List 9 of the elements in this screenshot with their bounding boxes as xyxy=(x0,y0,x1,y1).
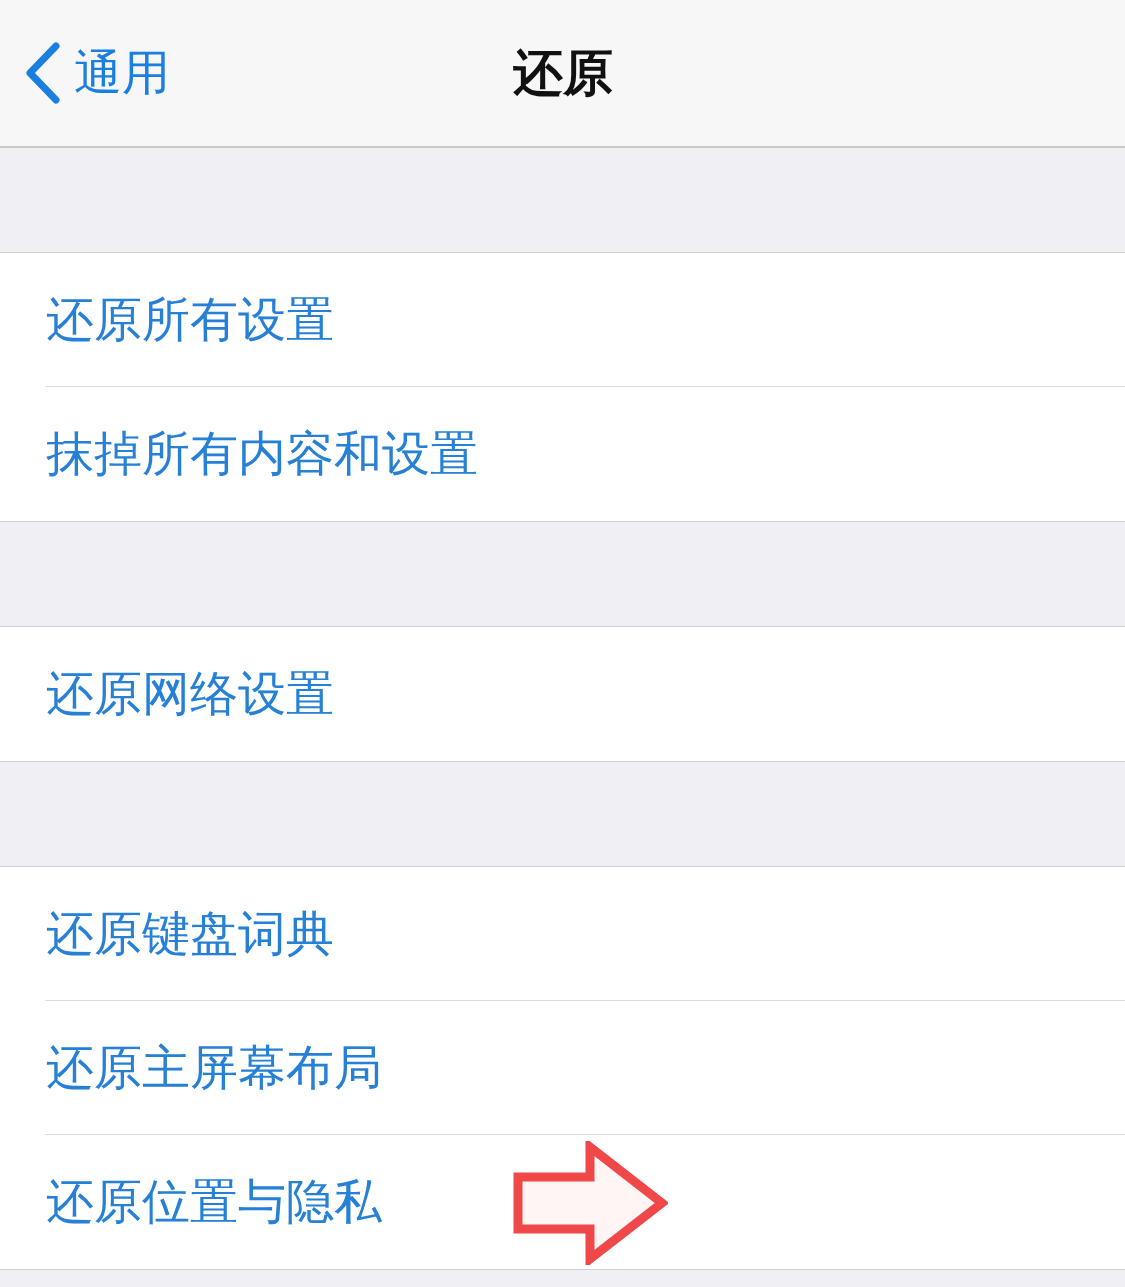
reset-option[interactable]: 还原主屏幕布局 xyxy=(46,1036,382,1100)
reset-option[interactable]: 还原键盘词典 xyxy=(46,902,334,966)
back-button[interactable]: 通用 xyxy=(0,33,170,113)
reset-option[interactable]: 还原网络设置 xyxy=(46,662,334,726)
reset-option[interactable]: 还原所有设置 xyxy=(46,288,334,352)
chevron-left-icon xyxy=(24,42,62,104)
page-title: 还原 xyxy=(512,42,613,104)
reset-option[interactable]: 抹掉所有内容和设置 xyxy=(46,422,478,486)
reset-option[interactable]: 还原位置与隐私 xyxy=(46,1170,382,1234)
